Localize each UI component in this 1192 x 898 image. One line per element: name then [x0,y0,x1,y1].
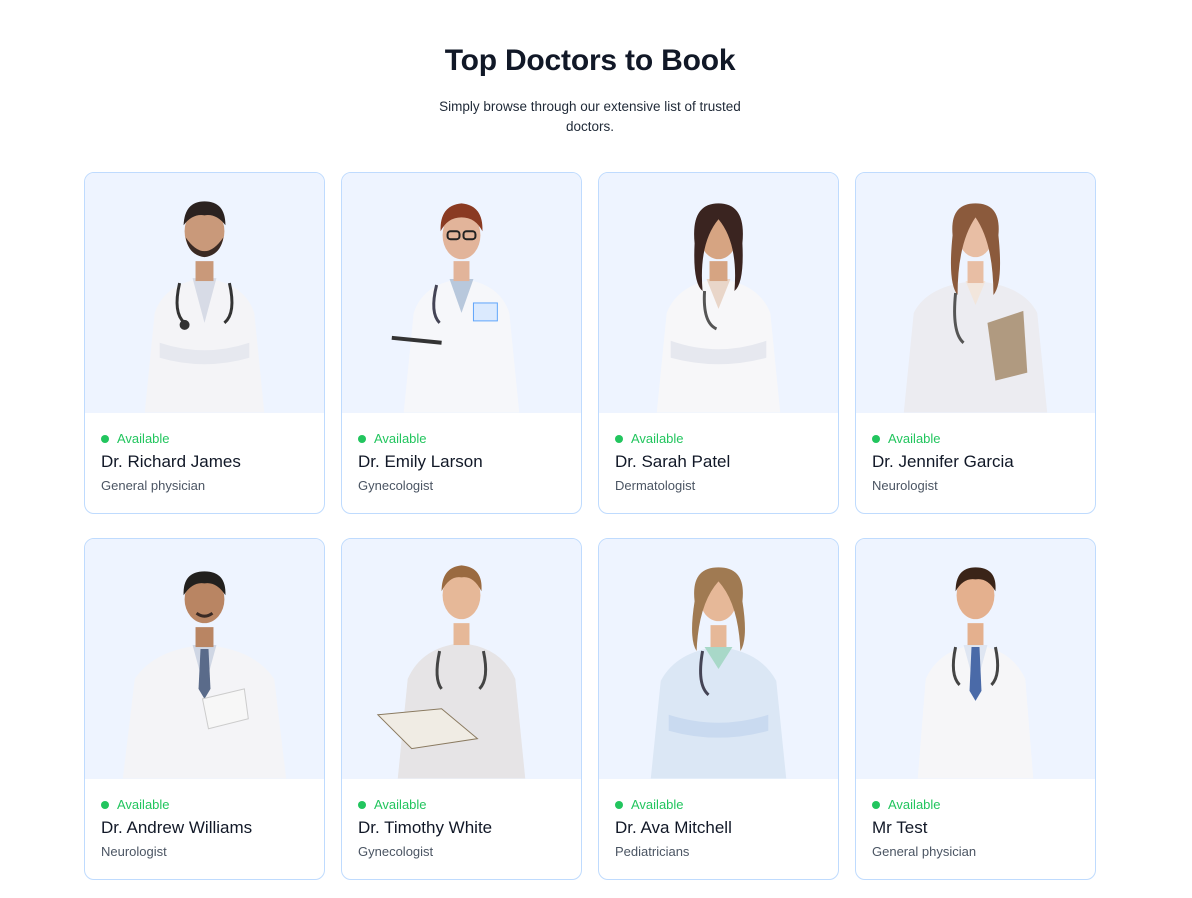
status-label: Available [631,431,684,446]
doctor-speciality: Dermatologist [615,478,696,493]
doctor-figure-icon [650,567,787,779]
doctor-photo [856,539,1095,779]
doctor-figure-icon [144,201,265,413]
doctor-speciality: Gynecologist [358,478,434,493]
doctor-figure-icon [376,565,526,779]
status-label: Available [631,797,684,812]
top-doctors-section: Top Doctors to Book Simply browse throug… [0,0,1192,898]
doctor-card[interactable]: Available Dr. Timothy White Gynecologist [341,538,582,880]
doctor-card[interactable]: Available Dr. Ava Mitchell Pediatricians [598,538,839,880]
status-dot-icon [101,800,109,809]
doctor-photo [599,539,838,779]
doctor-figure-icon [903,203,1048,413]
doctor-photo [342,539,581,779]
status-dot-icon [101,434,109,443]
status-dot-icon [872,800,880,809]
status-dot-icon [358,800,366,809]
status-label: Available [374,797,427,812]
availability-status: Available [615,431,822,446]
doctor-figure-icon [391,203,520,413]
doctor-speciality: General physician [101,478,206,493]
doctor-figure-icon [122,571,287,779]
doctor-card[interactable]: Available Dr. Jennifer Garcia Neurologis… [855,172,1096,514]
status-label: Available [374,431,427,446]
doctor-card[interactable]: Available Mr Test General physician [855,538,1096,880]
doctor-speciality: Neurologist [872,478,938,493]
doctor-name: Dr. Emily Larson [358,452,483,471]
availability-status: Available [358,797,565,812]
doctor-card[interactable]: Available Dr. Richard James General phys… [84,172,325,514]
status-dot-icon [358,434,366,443]
status-dot-icon [872,434,880,443]
doctor-photo [599,173,838,413]
doctor-photo [85,173,324,413]
section-subtitle: Simply browse through our extensive list… [439,99,741,134]
availability-status: Available [872,797,1079,812]
doctor-name: Dr. Sarah Patel [615,452,731,471]
doctor-card[interactable]: Available Dr. Sarah Patel Dermatologist [598,172,839,514]
status-label: Available [117,431,170,446]
doctor-figure-icon [656,203,781,413]
doctor-card[interactable]: Available Dr. Andrew Williams Neurologis… [84,538,325,880]
availability-status: Available [101,431,308,446]
doctor-figure-icon [917,567,1034,779]
status-dot-icon [615,434,623,443]
availability-status: Available [101,797,308,812]
doctor-name: Dr. Jennifer Garcia [872,452,1014,471]
status-label: Available [117,797,170,812]
doctor-speciality: Neurologist [101,844,167,859]
doctor-name: Dr. Andrew Williams [101,818,253,837]
doctor-name: Mr Test [872,818,928,837]
doctor-name: Dr. Ava Mitchell [615,818,732,837]
section-title: Top Doctors to Book [444,44,736,77]
doctor-photo [85,539,324,779]
availability-status: Available [615,797,822,812]
availability-status: Available [358,431,565,446]
doctor-name: Dr. Richard James [101,452,241,471]
doctor-grid: Available Dr. Richard James General phys… [84,172,1096,880]
doctor-photo [342,173,581,413]
doctor-card[interactable]: Available Dr. Emily Larson Gynecologist [341,172,582,514]
doctor-speciality: General physician [872,844,977,859]
doctor-speciality: Gynecologist [358,844,434,859]
status-label: Available [888,797,941,812]
status-dot-icon [615,800,623,809]
doctor-speciality: Pediatricians [615,844,690,859]
status-label: Available [888,431,941,446]
doctor-name: Dr. Timothy White [358,818,493,837]
doctor-photo [856,173,1095,413]
availability-status: Available [872,431,1079,446]
